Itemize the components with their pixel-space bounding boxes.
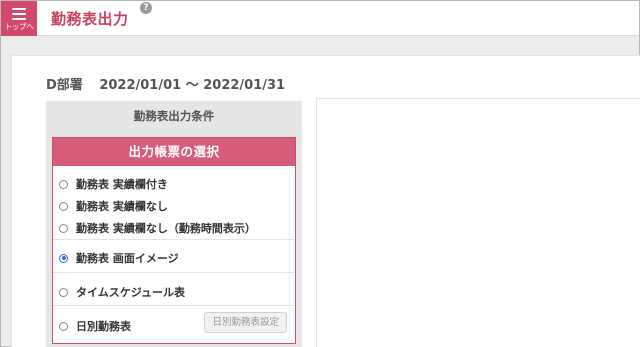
page-title: 勤務表出力 [51, 10, 129, 28]
main-panel: D部署 2022/01/01 〜 2022/01/31 勤務表出力条件 出力帳票… [11, 55, 640, 347]
divider [53, 305, 294, 306]
preview-area [316, 98, 640, 347]
option-without-actuals[interactable]: 勤務表 実績欄なし [53, 198, 294, 214]
app-header: トップへ 勤務表出力 ? [1, 1, 639, 36]
divider [53, 272, 294, 273]
option-daily-schedule[interactable]: 日別勤務表 日別勤務表設定 [53, 312, 294, 334]
radio-screen-image[interactable] [59, 253, 68, 263]
radio-with-actuals[interactable] [59, 179, 68, 189]
option-label: 勤務表 画面イメージ [76, 252, 179, 265]
divider [53, 239, 294, 240]
radio-time-schedule[interactable] [59, 287, 68, 297]
top-menu-button[interactable]: トップへ [1, 1, 37, 36]
option-label: 勤務表 実績欄付き [76, 178, 168, 191]
top-menu-label: トップへ [4, 22, 34, 31]
help-icon[interactable]: ? [140, 2, 152, 14]
option-without-actuals-hours[interactable]: 勤務表 実績欄なし（勤務時間表示） [53, 220, 294, 236]
conditions-title: 勤務表出力条件 [133, 109, 215, 123]
option-with-actuals[interactable]: 勤務表 実績欄付き [53, 176, 294, 192]
report-selection-box: 出力帳票の選択 勤務表 実績欄付き 勤務表 実績欄なし 勤務表 実績欄なし（勤務… [52, 137, 296, 344]
option-label: 日別勤務表 [76, 320, 131, 333]
date-range: 2022/01/01 〜 2022/01/31 [99, 78, 286, 93]
option-label: 勤務表 実績欄なし [76, 200, 168, 213]
radio-daily-schedule[interactable] [59, 321, 68, 331]
report-selection-title: 出力帳票の選択 [53, 138, 295, 166]
radio-without-actuals[interactable] [59, 201, 68, 211]
department-name: D部署 [46, 78, 83, 93]
daily-settings-button[interactable]: 日別勤務表設定 [204, 312, 287, 333]
period-summary: D部署 2022/01/01 〜 2022/01/31 [46, 74, 285, 93]
option-screen-image[interactable]: 勤務表 画面イメージ [53, 250, 294, 266]
option-label: 勤務表 実績欄なし（勤務時間表示） [76, 222, 256, 235]
option-label: タイムスケジュール表 [76, 286, 186, 299]
radio-without-actuals-hours[interactable] [59, 223, 68, 233]
hamburger-icon [12, 8, 26, 20]
option-time-schedule[interactable]: タイムスケジュール表 [53, 284, 294, 300]
output-conditions: 勤務表出力条件 出力帳票の選択 勤務表 実績欄付き 勤務表 実績欄なし 勤務表 … [46, 101, 302, 347]
